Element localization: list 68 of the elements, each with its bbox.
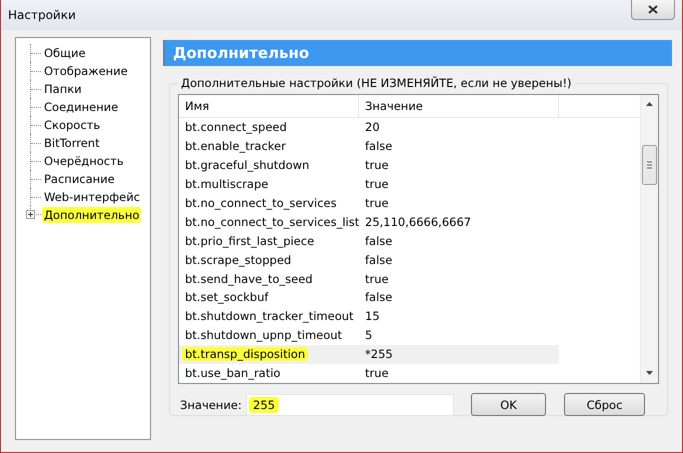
sidebar-item[interactable]: Дополнительно [42,207,142,223]
table-row[interactable]: bt.connect_speed 20 [179,118,640,137]
field-label: Значение: [179,398,243,412]
setting-value: true [365,158,389,172]
table-row[interactable]: bt.send_have_to_seed true [179,269,640,288]
setting-value: 20 [365,120,380,134]
table-row[interactable]: bt.set_sockbuf false [179,288,640,307]
table-row[interactable]: bt.use_ban_ratio true [179,364,640,382]
window-title: Настройки [7,7,76,22]
setting-name: bt.set_sockbuf [185,290,268,304]
sidebar-item[interactable]: BitTorrent [42,135,102,151]
setting-name: bt.prio_first_last_piece [185,234,314,248]
group-title: Дополнительные настройки (НЕ ИЗМЕНЯЙТЕ, если не уверены!) [180,76,573,90]
column-header[interactable]: Имя [179,95,359,117]
reset-button[interactable]: Сброс [564,393,645,416]
setting-value: false [365,139,392,154]
close-button[interactable] [631,0,675,20]
table-row[interactable]: bt.scrape_stopped false [179,250,640,270]
setting-name: bt.enable_tracker [185,139,286,154]
sidebar-item[interactable]: Соединение [42,99,120,115]
setting-name: bt.multiscrape [185,177,268,192]
setting-name: bt.no_connect_to_services [185,196,337,210]
setting-value: true [365,177,389,192]
ok-button[interactable]: OK [471,393,546,416]
setting-name: bt.send_have_to_seed [185,272,313,286]
table-row[interactable]: bt.multiscrape true [179,174,640,194]
sidebar-item[interactable]: Общие [42,45,88,61]
table-row[interactable]: bt.shutdown_tracker_timeout 15 [179,306,640,326]
scroll-up-icon[interactable] [646,102,653,106]
sidebar-item[interactable]: Расписание [42,171,117,187]
table-row[interactable]: bt.enable_tracker false [179,136,640,156]
table-row[interactable]: bt.no_connect_to_services_list 25,110,6666,6667 [179,212,640,232]
scroll-down-icon[interactable] [646,371,653,375]
setting-value: true [365,272,389,286]
setting-name: bt.use_ban_ratio [185,366,280,380]
table-row[interactable]: bt.transp_disposition *255 [179,344,559,364]
sidebar-item[interactable]: Папки [42,81,84,97]
setting-value: 5 [365,328,372,342]
expand-icon[interactable] [26,210,35,219]
table-row[interactable]: bt.shutdown_upnp_timeout 5 [179,326,640,345]
setting-value: *255 [365,347,393,362]
setting-name: bt.transp_disposition [182,347,308,362]
setting-value: true [365,366,389,380]
table-row[interactable]: bt.no_connect_to_services true [179,194,640,212]
setting-name: bt.shutdown_upnp_timeout [185,328,342,342]
sidebar-item[interactable]: Отображение [42,63,130,79]
setting-value: 25,110,6666,6667 [365,214,472,229]
scroll-thumb[interactable] [642,145,657,185]
setting-name: bt.shutdown_tracker_timeout [185,309,354,324]
scrollbar[interactable] [640,95,658,383]
setting-name: bt.connect_speed [185,120,287,134]
setting-value: true [365,196,389,210]
column-header[interactable]: Значение [359,95,559,117]
setting-value: 15 [365,309,380,324]
setting-value: false [365,234,392,248]
table-row[interactable]: bt.graceful_shutdown true [179,156,640,175]
setting-name: bt.graceful_shutdown [185,158,310,172]
sidebar-item[interactable]: Очерёдность [42,153,126,169]
value-field[interactable]: 255 [246,394,454,416]
sidebar-item[interactable]: Скорость [42,117,102,133]
close-icon[interactable] [648,5,658,14]
setting-value: false [365,290,392,304]
table-row[interactable]: bt.prio_first_last_piece false [179,231,640,250]
section-header: Дополнительно [163,40,672,66]
setting-name: bt.no_connect_to_services_list [185,214,360,229]
setting-value: false [365,252,392,267]
sidebar-item[interactable]: Web-интерфейс [42,189,142,205]
setting-name: bt.scrape_stopped [185,252,292,267]
